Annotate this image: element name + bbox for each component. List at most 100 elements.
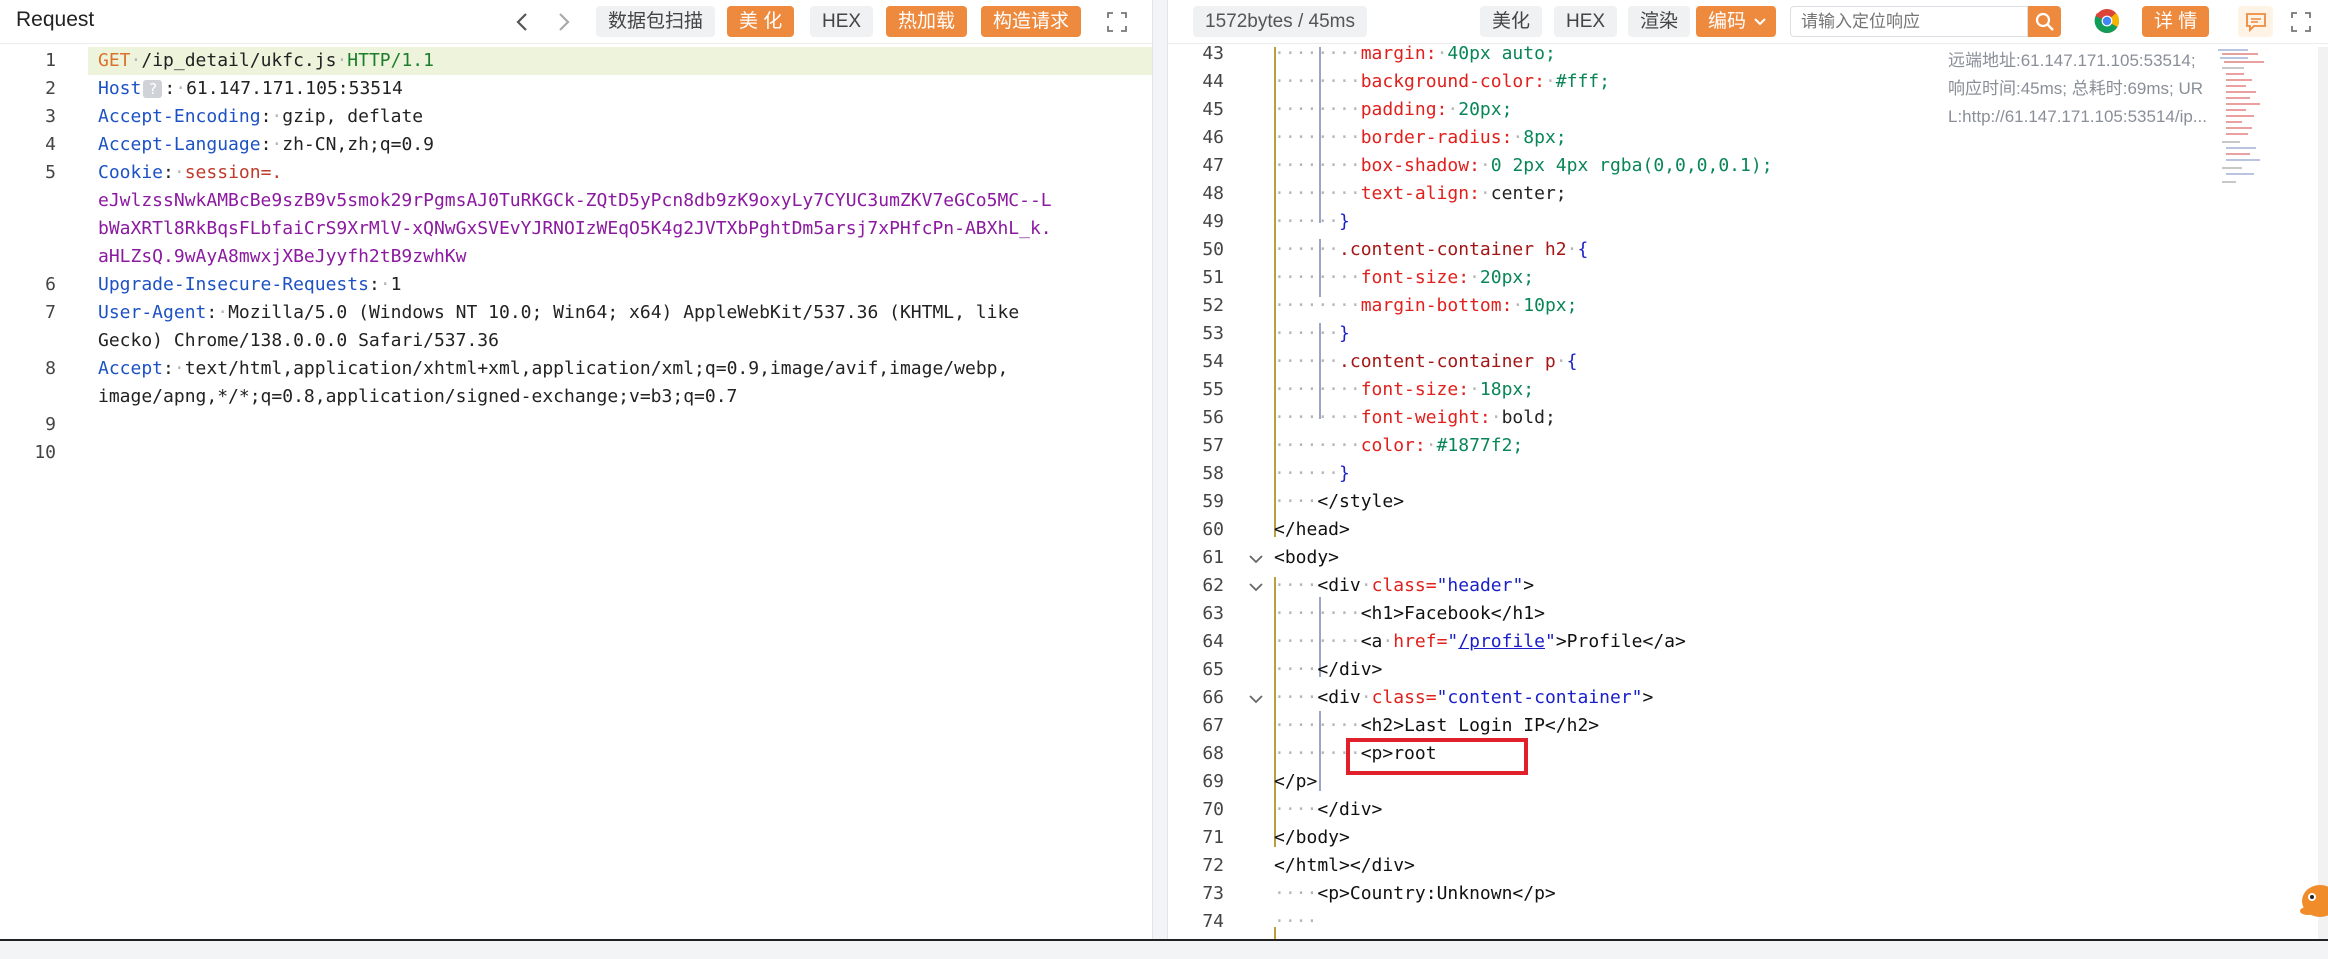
hex-button[interactable]: HEX bbox=[810, 6, 874, 37]
css-value: 10px; bbox=[1523, 295, 1578, 316]
html-tag: <h2>Last Login IP</h2> bbox=[1360, 715, 1600, 736]
chevron-right-icon[interactable] bbox=[552, 10, 574, 34]
line-number: 66 bbox=[1202, 687, 1224, 708]
code-line-63: ········<h1>Facebook</h1> bbox=[1274, 603, 1545, 624]
code-line-73: ····<p>Country:Unknown</p> bbox=[1274, 883, 1556, 904]
search-input[interactable] bbox=[1790, 6, 2028, 37]
line-number: 62 bbox=[1202, 575, 1224, 596]
http-protocol: HTTP/1.1 bbox=[347, 50, 434, 71]
comment-icon bbox=[2246, 13, 2266, 32]
request-editor[interactable]: 1 2 3 4 5 6 7 8 9 10 GET·/ip_detail/ukfc… bbox=[0, 47, 1152, 939]
html-tag: </div> bbox=[1317, 659, 1383, 680]
comment-button[interactable] bbox=[2238, 6, 2273, 37]
mascot-icon bbox=[2300, 885, 2328, 917]
code-minimap[interactable] bbox=[2218, 47, 2278, 207]
html-string: " bbox=[1447, 631, 1459, 652]
cookie-value: eJwlzssNwkAMBcBe9szB9v5smok29rPgmsAJ0TuR… bbox=[98, 190, 1052, 211]
html-attribute: class= bbox=[1371, 687, 1437, 708]
request-line: GET·/ip_detail/ukfc.js·HTTP/1.1 bbox=[98, 50, 434, 71]
cookie-value: bWaXRTl8RkBqsFLbfaiCrS9XrMlV-xQNwGxSVEvY… bbox=[98, 218, 1052, 239]
line-number: 4 bbox=[45, 134, 56, 155]
code-line-58: ······} bbox=[1274, 463, 1350, 484]
code-line-72: </html></div> bbox=[1274, 855, 1415, 876]
header-key: Accept bbox=[98, 358, 164, 379]
code-line-47: ········box-shadow:·0 2px 4px rgba(0,0,0… bbox=[1274, 155, 1773, 176]
code-brace: } bbox=[1339, 463, 1350, 484]
line-number: 44 bbox=[1202, 71, 1224, 92]
chevron-down-icon bbox=[1754, 18, 1766, 26]
css-value: 40px auto; bbox=[1447, 43, 1556, 64]
request-toolbar: Request 数据包扫描 美 化 HEX 热加载 构造请求 bbox=[0, 0, 1152, 44]
code-line-60: </head> bbox=[1274, 519, 1350, 540]
hot-load-button[interactable]: 热加载 bbox=[886, 6, 968, 37]
code-line-71: </body> bbox=[1274, 827, 1350, 848]
html-attribute: href= bbox=[1393, 631, 1448, 652]
fold-chevron-icon[interactable] bbox=[1248, 553, 1264, 565]
line-number: 51 bbox=[1202, 267, 1224, 288]
line-number: 59 bbox=[1202, 491, 1224, 512]
code-line-54: ······.content-container p·{ bbox=[1274, 351, 1578, 372]
css-value: bold; bbox=[1501, 407, 1556, 428]
beautify-button[interactable]: 美 化 bbox=[727, 6, 795, 37]
response-editor[interactable]: 43 44 45 46 47 48 49 50 51 52 53 54 55 56 57 58 59 60 61 62… bbox=[1168, 43, 2328, 939]
render-button[interactable]: 渲染 bbox=[1628, 6, 1691, 37]
code-line-44: ········background-color:·#fff; bbox=[1274, 71, 1610, 92]
response-toolbar: 1572bytes / 45ms 美化 HEX 渲染 编码 详 情 bbox=[1168, 0, 2328, 44]
code-line-43: ········margin:·40px auto; bbox=[1274, 43, 1556, 64]
css-value: center; bbox=[1490, 183, 1567, 204]
html-attribute: class= bbox=[1371, 575, 1437, 596]
build-request-button[interactable]: 构造请求 bbox=[981, 6, 1082, 37]
header-value: 1 bbox=[390, 274, 402, 295]
help-icon[interactable]: ? bbox=[143, 80, 163, 98]
line-number: 48 bbox=[1202, 183, 1224, 204]
line-number: 68 bbox=[1202, 743, 1224, 764]
html-string: "content-container" bbox=[1436, 687, 1643, 708]
code-line-64: ········<a·href="/profile">Profile</a> bbox=[1274, 631, 1686, 652]
fold-chevron-icon[interactable] bbox=[1248, 693, 1264, 705]
status-bar bbox=[0, 939, 2328, 959]
css-selector: .content-container p bbox=[1339, 351, 1556, 372]
line-number: 47 bbox=[1202, 155, 1224, 176]
line-number: 50 bbox=[1202, 239, 1224, 260]
header-host: Host?:·61.147.171.105:53514 bbox=[98, 78, 403, 99]
chrome-icon[interactable] bbox=[2094, 8, 2120, 34]
profile-link[interactable]: /profile bbox=[1458, 631, 1545, 652]
http-method: GET bbox=[98, 50, 131, 71]
chevron-left-icon[interactable] bbox=[512, 10, 534, 34]
hex-button[interactable]: HEX bbox=[1554, 6, 1618, 37]
fold-chevron-icon[interactable] bbox=[1248, 581, 1264, 593]
encoding-label: 编码 bbox=[1708, 11, 1747, 32]
vertical-scrollbar[interactable] bbox=[2318, 47, 2328, 939]
code-line-61: <body> bbox=[1274, 547, 1339, 568]
line-number: 8 bbox=[45, 358, 56, 379]
cookie-name: session=. bbox=[184, 162, 283, 183]
css-value: #1877f2; bbox=[1436, 435, 1524, 456]
details-button[interactable]: 详 情 bbox=[2142, 6, 2210, 37]
css-value: #fff; bbox=[1555, 71, 1610, 92]
timing-info: 响应时间:45ms; 总耗时:69ms; UR bbox=[1948, 79, 2204, 98]
code-line-55: ········font-size:·18px; bbox=[1274, 379, 1535, 400]
request-pane: Request 数据包扫描 美 化 HEX 热加载 构造请求 1 2 3 4 5… bbox=[0, 0, 1152, 939]
code-line-66: ····<div·class="content-container"> bbox=[1274, 687, 1654, 708]
header-cookie: Cookie:·session=. bbox=[98, 162, 283, 183]
fullscreen-icon[interactable] bbox=[1106, 11, 1128, 33]
packet-scan-button[interactable]: 数据包扫描 bbox=[596, 6, 716, 37]
url-info: L:http://61.147.171.105:53514/ip... bbox=[1948, 107, 2207, 126]
html-tag: >Profile</a> bbox=[1555, 631, 1686, 652]
pane-splitter[interactable] bbox=[1152, 0, 1168, 939]
css-value: 18px; bbox=[1479, 379, 1535, 400]
fullscreen-icon[interactable] bbox=[2290, 11, 2312, 33]
line-number: 1 bbox=[45, 50, 56, 71]
code-line-65: ····</div> bbox=[1274, 659, 1383, 680]
css-property: font-size: bbox=[1360, 379, 1470, 400]
header-value: Gecko) Chrome/138.0.0.0 Safari/537.36 bbox=[98, 330, 499, 351]
encoding-dropdown[interactable]: 编码 bbox=[1696, 6, 1777, 37]
header-value: Mozilla/5.0 (Windows NT 10.0; Win64; x64… bbox=[228, 302, 1020, 323]
search-button[interactable] bbox=[2028, 6, 2061, 37]
line-number: 72 bbox=[1202, 855, 1224, 876]
header-user-agent: User-Agent:·Mozilla/5.0 (Windows NT 10.0… bbox=[98, 302, 1020, 323]
css-property: color: bbox=[1360, 435, 1426, 456]
header-value: gzip, deflate bbox=[282, 106, 424, 127]
code-line-51: ········font-size:·20px; bbox=[1274, 267, 1535, 288]
beautify-button[interactable]: 美化 bbox=[1480, 6, 1543, 37]
